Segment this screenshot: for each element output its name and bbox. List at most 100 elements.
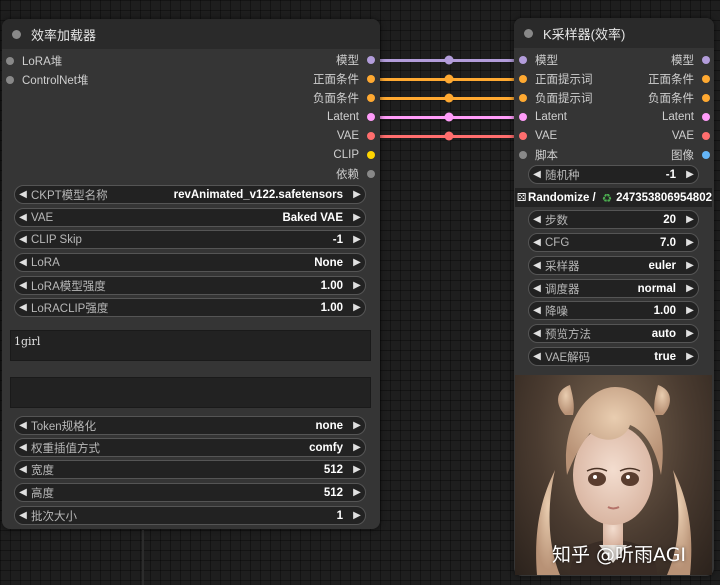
output-dot-icon[interactable] (702, 113, 710, 121)
arrow-left-icon[interactable]: ◀ (529, 351, 545, 362)
link-midpoint[interactable] (444, 93, 454, 103)
link-midpoint[interactable] (444, 74, 454, 84)
input-dot-icon[interactable] (519, 75, 527, 83)
link-midpoint[interactable] (444, 112, 454, 122)
arrow-left-icon[interactable]: ◀ (529, 283, 545, 294)
output-dot-icon[interactable] (367, 56, 375, 64)
output-dot-icon[interactable] (702, 94, 710, 102)
arrow-right-icon[interactable]: ▶ (682, 305, 698, 316)
arrow-left-icon[interactable]: ◀ (15, 212, 31, 223)
output-slot-negative[interactable]: 负面条件 (648, 89, 710, 108)
arrow-right-icon[interactable]: ▶ (682, 169, 698, 180)
arrow-left-icon[interactable]: ◀ (15, 420, 31, 431)
link-latent[interactable] (374, 112, 524, 122)
widget-lora-clip-strength[interactable]: ◀ LoRACLIP强度 1.00 ▶ (14, 298, 366, 317)
arrow-right-icon[interactable]: ▶ (682, 260, 698, 271)
arrow-left-icon[interactable]: ◀ (15, 257, 31, 268)
arrow-left-icon[interactable]: ◀ (15, 280, 31, 291)
output-dot-icon[interactable] (367, 170, 375, 178)
arrow-right-icon[interactable]: ▶ (349, 420, 365, 431)
arrow-left-icon[interactable]: ◀ (15, 464, 31, 475)
input-slot-script[interactable]: 脚本 (519, 146, 558, 165)
arrow-left-icon[interactable]: ◀ (15, 234, 31, 245)
output-slot-positive[interactable]: 正面条件 (648, 70, 710, 89)
node-title-bar[interactable]: 效率加载器 (2, 19, 380, 49)
arrow-left-icon[interactable]: ◀ (529, 214, 545, 225)
widget-steps[interactable]: ◀ 步数 20 ▶ (528, 210, 699, 229)
output-dot-icon[interactable] (702, 56, 710, 64)
widget-vae-decode[interactable]: ◀ VAE解码 true ▶ (528, 347, 699, 366)
link-vae[interactable] (374, 131, 524, 141)
input-slot-lora-stack[interactable]: LoRA堆 (6, 51, 62, 70)
output-slot-latent[interactable]: Latent (662, 108, 710, 127)
output-slot-positive[interactable]: 正面条件 (313, 70, 375, 89)
widget-height[interactable]: ◀ 高度 512 ▶ (14, 483, 366, 502)
node-title-bar[interactable]: K采样器(效率) (514, 18, 714, 48)
link-negative[interactable] (374, 93, 524, 103)
output-dot-icon[interactable] (367, 132, 375, 140)
output-dot-icon[interactable] (367, 151, 375, 159)
widget-scheduler[interactable]: ◀ 调度器 normal ▶ (528, 279, 699, 298)
arrow-right-icon[interactable]: ▶ (349, 487, 365, 498)
output-slot-latent[interactable]: Latent (327, 108, 375, 127)
arrow-right-icon[interactable]: ▶ (682, 351, 698, 362)
widget-lora-model-strength[interactable]: ◀ LoRA模型强度 1.00 ▶ (14, 276, 366, 295)
arrow-right-icon[interactable]: ▶ (682, 237, 698, 248)
arrow-left-icon[interactable]: ◀ (15, 442, 31, 453)
output-dot-icon[interactable] (702, 151, 710, 159)
widget-denoise[interactable]: ◀ 降噪 1.00 ▶ (528, 301, 699, 320)
widget-token-normalization[interactable]: ◀ Token规格化 none ▶ (14, 416, 366, 435)
input-slot-positive[interactable]: 正面提示词 (519, 70, 593, 89)
input-dot-icon[interactable] (6, 75, 14, 84)
input-dot-icon[interactable] (519, 151, 527, 159)
randomize-seed-row[interactable]: ⚄ Randomize / ♻ 247353806954802 (515, 188, 712, 207)
arrow-left-icon[interactable]: ◀ (529, 305, 545, 316)
output-slot-vae[interactable]: VAE (337, 127, 375, 146)
output-slot-image[interactable]: 图像 (671, 146, 710, 165)
arrow-right-icon[interactable]: ▶ (349, 234, 365, 245)
input-slot-model[interactable]: 模型 (519, 51, 558, 70)
widget-width[interactable]: ◀ 宽度 512 ▶ (14, 460, 366, 479)
arrow-right-icon[interactable]: ▶ (349, 302, 365, 313)
arrow-left-icon[interactable]: ◀ (529, 237, 545, 248)
widget-batch-size[interactable]: ◀ 批次大小 1 ▶ (14, 506, 366, 525)
output-slot-dependencies[interactable]: 依赖 (336, 165, 375, 184)
arrow-right-icon[interactable]: ▶ (349, 442, 365, 453)
widget-weight-interpretation[interactable]: ◀ 权重插值方式 comfy ▶ (14, 438, 366, 457)
output-slot-model[interactable]: 模型 (336, 51, 375, 70)
recycle-icon[interactable]: ♻ (602, 191, 612, 205)
input-dot-icon[interactable] (519, 132, 527, 140)
input-slot-latent[interactable]: Latent (519, 108, 567, 127)
link-model[interactable] (374, 55, 524, 65)
arrow-right-icon[interactable]: ▶ (349, 212, 365, 223)
output-dot-icon[interactable] (702, 75, 710, 83)
output-slot-negative[interactable]: 负面条件 (313, 89, 375, 108)
widget-preview-method[interactable]: ◀ 预览方法 auto ▶ (528, 324, 699, 343)
input-dot-icon[interactable] (6, 56, 14, 65)
negative-prompt-textarea[interactable] (10, 377, 371, 408)
input-slot-negative[interactable]: 负面提示词 (519, 89, 593, 108)
input-slot-vae[interactable]: VAE (519, 127, 557, 146)
arrow-left-icon[interactable]: ◀ (529, 169, 545, 180)
collapse-dot-icon[interactable] (12, 29, 21, 39)
arrow-right-icon[interactable]: ▶ (682, 328, 698, 339)
arrow-right-icon[interactable]: ▶ (349, 510, 365, 521)
widget-lora[interactable]: ◀ LoRA None ▶ (14, 253, 366, 272)
widget-cfg[interactable]: ◀ CFG 7.0 ▶ (528, 233, 699, 252)
widget-ckpt-name[interactable]: ◀ CKPT模型名称 revAnimated_v122.safetensors … (14, 185, 366, 204)
widget-vae[interactable]: ◀ VAE Baked VAE ▶ (14, 208, 366, 227)
arrow-right-icon[interactable]: ▶ (349, 257, 365, 268)
output-dot-icon[interactable] (367, 94, 375, 102)
widget-seed[interactable]: ◀ 随机种 -1 ▶ (528, 165, 699, 184)
arrow-left-icon[interactable]: ◀ (529, 328, 545, 339)
input-dot-icon[interactable] (519, 113, 527, 121)
arrow-left-icon[interactable]: ◀ (15, 510, 31, 521)
output-slot-vae[interactable]: VAE (672, 127, 710, 146)
collapse-dot-icon[interactable] (524, 28, 533, 38)
arrow-right-icon[interactable]: ▶ (682, 283, 698, 294)
input-dot-icon[interactable] (519, 56, 527, 64)
widget-clip-skip[interactable]: ◀ CLIP Skip -1 ▶ (14, 230, 366, 249)
arrow-right-icon[interactable]: ▶ (349, 280, 365, 291)
output-dot-icon[interactable] (702, 132, 710, 140)
link-positive[interactable] (374, 74, 524, 84)
